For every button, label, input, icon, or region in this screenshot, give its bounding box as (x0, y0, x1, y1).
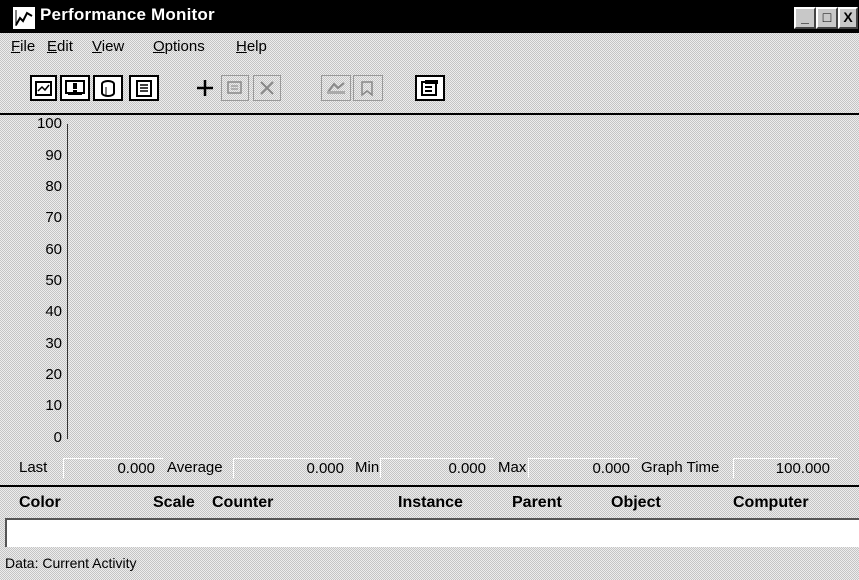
chart-view-icon (35, 80, 52, 96)
bookmark-button[interactable] (353, 75, 383, 101)
y-tick-label: 80 (45, 178, 62, 195)
perfmon-window: Performance Monitor _ □ X File Edit View… (0, 0, 859, 580)
status-text: Data: Current Activity (5, 555, 137, 571)
add-counter-icon (195, 78, 215, 98)
menu-bar: File Edit View Options Help (0, 33, 859, 61)
alert-view-button[interactable] (60, 75, 90, 101)
y-tick-label: 50 (45, 272, 62, 289)
edit-counter-button[interactable] (221, 75, 249, 101)
options-button[interactable] (415, 75, 445, 101)
menu-help[interactable]: Help (236, 38, 267, 55)
update-now-icon (325, 80, 347, 96)
report-view-icon (135, 79, 153, 97)
column-scale[interactable]: Scale (153, 494, 195, 512)
y-tick-label: 60 (45, 241, 62, 258)
alert-view-icon (65, 80, 85, 96)
max-value: 0.000 (528, 458, 638, 478)
last-value: 0.000 (63, 458, 163, 478)
y-tick-label: 10 (45, 397, 62, 414)
menu-view[interactable]: View (92, 38, 124, 55)
log-view-button[interactable] (93, 75, 123, 101)
bookmark-icon (359, 80, 377, 97)
value-bar: Last 0.000 Average 0.000 Min 0.000 Max 0… (0, 456, 859, 482)
plot-area[interactable] (67, 124, 859, 439)
average-label: Average (167, 459, 223, 476)
close-button[interactable]: X (838, 7, 858, 29)
chart-area: 100 90 80 70 60 50 40 30 20 10 0 (0, 114, 859, 454)
column-object[interactable]: Object (611, 494, 661, 512)
menu-file[interactable]: File (11, 38, 35, 55)
column-instance[interactable]: Instance (398, 494, 463, 512)
min-value: 0.000 (380, 458, 494, 478)
toolbar (0, 61, 859, 115)
y-tick-label: 40 (45, 303, 62, 320)
menu-options-label: ptions (164, 38, 205, 55)
report-view-button[interactable] (129, 75, 159, 101)
column-counter[interactable]: Counter (212, 494, 273, 512)
menu-file-label: ile (20, 38, 36, 55)
average-value: 0.000 (233, 458, 352, 478)
edit-counter-icon (226, 80, 244, 96)
chart-view-button[interactable] (30, 75, 57, 101)
counter-legend-list[interactable] (5, 518, 859, 547)
y-tick-label: 90 (45, 147, 62, 164)
min-label: Min (355, 459, 380, 476)
menu-options[interactable]: Options (153, 38, 205, 55)
perfmon-app-icon[interactable] (13, 7, 35, 29)
last-label: Last (19, 459, 48, 476)
menu-edit-label: dit (57, 38, 73, 55)
menu-edit[interactable]: Edit (47, 38, 73, 55)
y-tick-label: 20 (45, 366, 62, 383)
minimize-button[interactable]: _ (794, 7, 816, 29)
column-color[interactable]: Color (19, 494, 61, 512)
menu-file-mnemonic: F (11, 38, 21, 55)
legend-header: Color Scale Counter Instance Parent Obje… (0, 485, 859, 519)
add-counter-button[interactable] (191, 75, 219, 101)
menu-view-label: iew (101, 38, 125, 55)
column-computer[interactable]: Computer (733, 494, 809, 512)
menu-options-mnemonic: O (153, 38, 165, 55)
menu-help-label: elp (246, 38, 267, 55)
menu-view-mnemonic: V (92, 38, 102, 55)
menu-edit-mnemonic: E (47, 38, 58, 55)
delete-counter-button[interactable] (253, 75, 281, 101)
window-title: Performance Monitor (40, 5, 215, 24)
delete-counter-icon (259, 80, 275, 96)
log-view-icon (100, 79, 116, 97)
y-tick-label: 0 (53, 429, 62, 446)
update-now-button[interactable] (321, 75, 351, 101)
graph-time-label: Graph Time (641, 459, 720, 476)
column-parent[interactable]: Parent (512, 494, 562, 512)
graph-time-value: 100.000 (733, 458, 838, 478)
y-tick-label: 70 (45, 209, 62, 226)
y-tick-label: 30 (45, 335, 62, 352)
max-label: Max (498, 459, 527, 476)
title-bar[interactable]: Performance Monitor _ □ X (0, 0, 859, 33)
maximize-button[interactable]: □ (816, 7, 838, 29)
y-tick-label: 100 (36, 115, 62, 132)
status-bar: Data: Current Activity (0, 551, 859, 580)
options-icon (420, 79, 440, 97)
menu-help-mnemonic: H (236, 38, 247, 55)
